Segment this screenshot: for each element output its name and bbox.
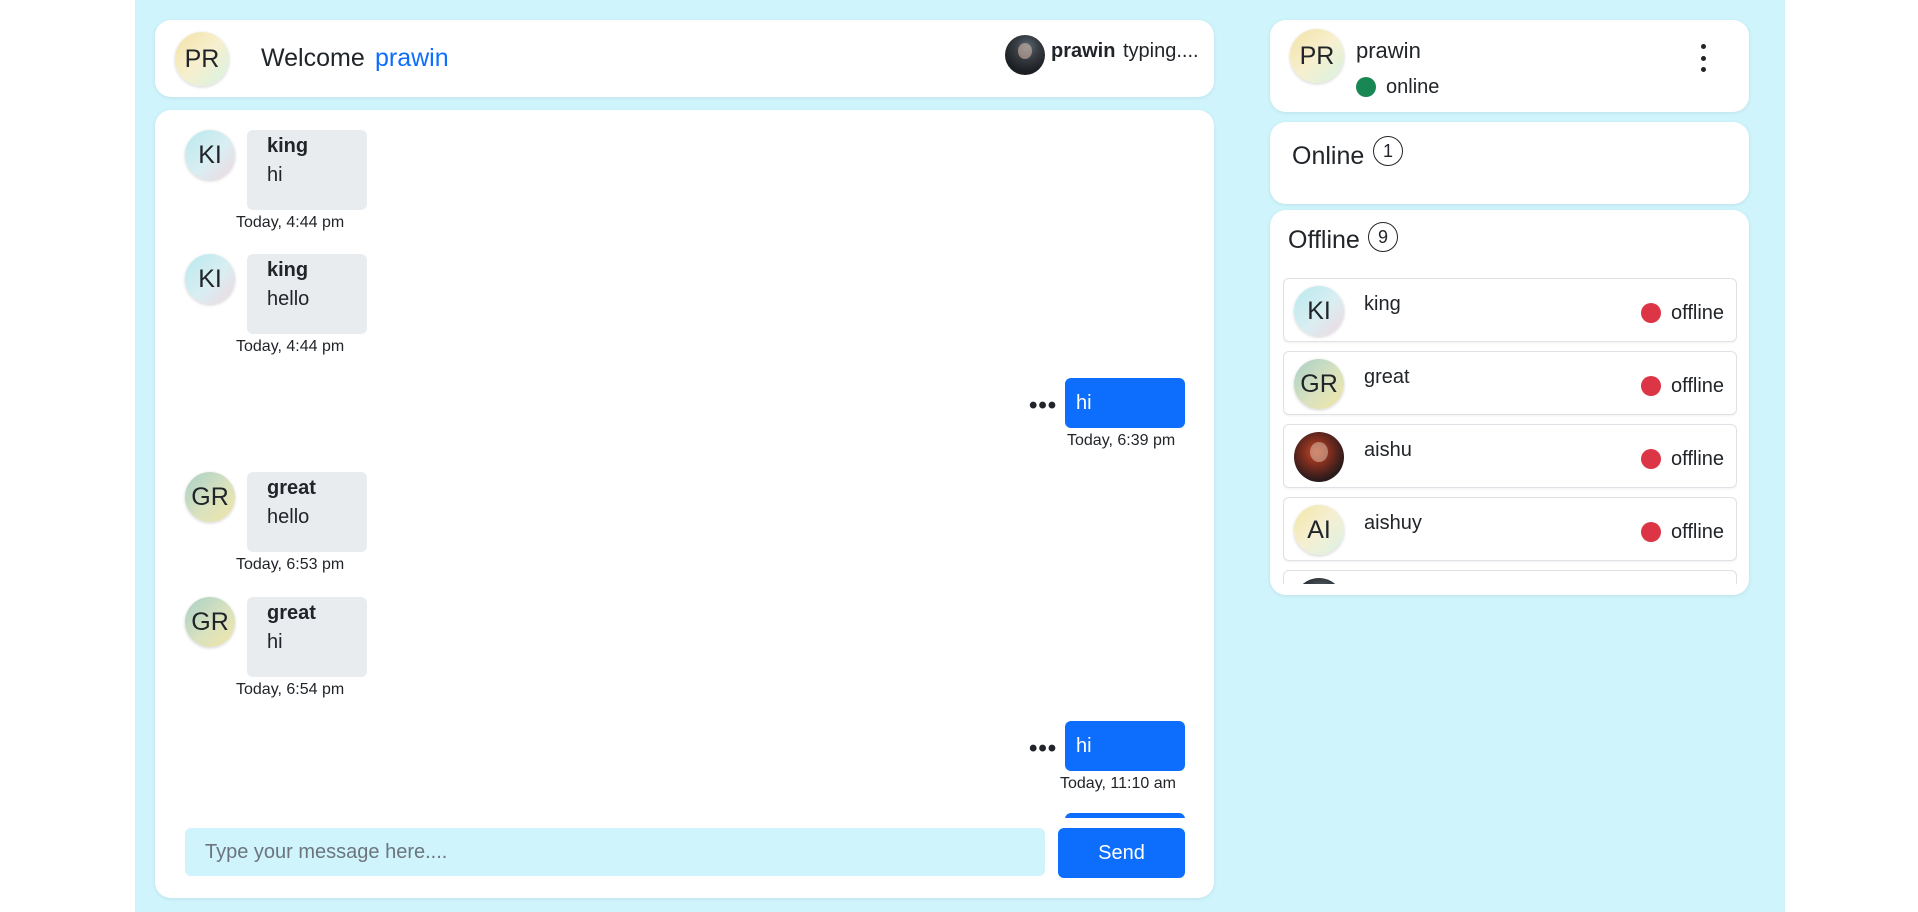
profile-name: prawin — [1356, 38, 1421, 63]
message-text: hi — [267, 631, 283, 653]
message-bubble-incoming: king hi — [247, 130, 367, 210]
offline-status-icon — [1641, 303, 1661, 323]
user-list-item[interactable]: aishu offline — [1283, 424, 1737, 488]
message-avatar: GR — [185, 472, 235, 522]
message-timestamp: Today, 6:53 pm — [236, 556, 345, 573]
user-status: offline — [1671, 302, 1725, 324]
user-list-item[interactable] — [1283, 570, 1737, 584]
message-bubble-incoming: great hi — [247, 597, 367, 677]
user-name: aishu — [1364, 439, 1412, 461]
user-photo-avatar — [1294, 578, 1344, 584]
welcome-username: prawin — [375, 44, 449, 72]
user-list-item[interactable]: GR great offline — [1283, 351, 1737, 415]
message-bubble-incoming: king hello — [247, 254, 367, 334]
message-timestamp: Today, 11:10 am — [1060, 775, 1176, 792]
message-input[interactable] — [185, 828, 1045, 876]
user-status: offline — [1671, 521, 1725, 543]
offline-count-badge: 9 — [1368, 222, 1398, 252]
message-sender: great — [267, 477, 316, 499]
message-options-icon[interactable]: ••• — [1029, 737, 1057, 761]
user-list-item[interactable]: KI king offline — [1283, 278, 1737, 342]
user-avatar: KI — [1294, 286, 1344, 336]
profile-avatar: PR — [1290, 29, 1344, 83]
offline-section-title: Offline — [1288, 226, 1360, 254]
typing-user-name: prawin — [1051, 40, 1116, 62]
user-name: king — [1364, 293, 1401, 315]
message-text: hello — [267, 288, 310, 310]
message-text: hi — [1076, 392, 1092, 414]
offline-user-list[interactable]: KI king offline GR great offline aishu o… — [1283, 278, 1737, 584]
message-avatar: GR — [185, 597, 235, 647]
welcome-label: Welcome — [261, 44, 365, 72]
message-sender: king — [267, 259, 309, 281]
kebab-menu-icon[interactable] — [1695, 44, 1711, 72]
message-bubble-outgoing: hi — [1065, 721, 1185, 771]
profile-status: online — [1386, 76, 1440, 98]
user-name: great — [1364, 366, 1410, 388]
message-bubble-outgoing — [1065, 813, 1185, 818]
profile-card: PR prawin online — [1270, 20, 1749, 112]
online-count-badge: 1 — [1373, 136, 1403, 166]
message-sender: king — [267, 135, 309, 157]
message-text: hi — [1076, 735, 1092, 757]
message-avatar: KI — [185, 130, 235, 180]
online-status-icon — [1356, 77, 1376, 97]
online-section-title: Online — [1292, 142, 1365, 170]
user-status: offline — [1671, 448, 1725, 470]
chat-panel: KI king hi Today, 4:44 pm KI king hello … — [155, 110, 1214, 898]
message-timestamp: Today, 4:44 pm — [236, 338, 345, 355]
user-list-item[interactable]: AI aishuy offline — [1283, 497, 1737, 561]
online-users-section: Online 1 — [1270, 122, 1749, 204]
typing-user-avatar — [1005, 35, 1045, 75]
message-text: hi — [267, 164, 283, 186]
current-user-avatar: PR — [175, 32, 229, 86]
user-name: aishuy — [1364, 512, 1422, 534]
message-options-icon[interactable]: ••• — [1029, 394, 1057, 418]
message-sender: great — [267, 602, 316, 624]
offline-users-section: Offline 9 KI king offline GR great offli… — [1270, 210, 1749, 595]
message-timestamp: Today, 6:39 pm — [1067, 432, 1176, 449]
message-list[interactable]: KI king hi Today, 4:44 pm KI king hello … — [155, 110, 1214, 818]
message-bubble-incoming: great hello — [247, 472, 367, 552]
message-avatar: KI — [185, 254, 235, 304]
typing-indicator: typing.... — [1123, 40, 1199, 62]
message-timestamp: Today, 4:44 pm — [236, 214, 345, 231]
user-photo-avatar — [1294, 432, 1344, 482]
send-button[interactable]: Send — [1058, 828, 1185, 878]
offline-status-icon — [1641, 376, 1661, 396]
user-avatar: AI — [1294, 505, 1344, 555]
chat-header: PR Welcome prawin prawin typing.... — [155, 20, 1214, 97]
user-status: offline — [1671, 375, 1725, 397]
offline-status-icon — [1641, 522, 1661, 542]
message-bubble-outgoing: hi — [1065, 378, 1185, 428]
user-avatar: GR — [1294, 359, 1344, 409]
offline-status-icon — [1641, 449, 1661, 469]
message-text: hello — [267, 506, 310, 528]
message-timestamp: Today, 6:54 pm — [236, 681, 345, 698]
